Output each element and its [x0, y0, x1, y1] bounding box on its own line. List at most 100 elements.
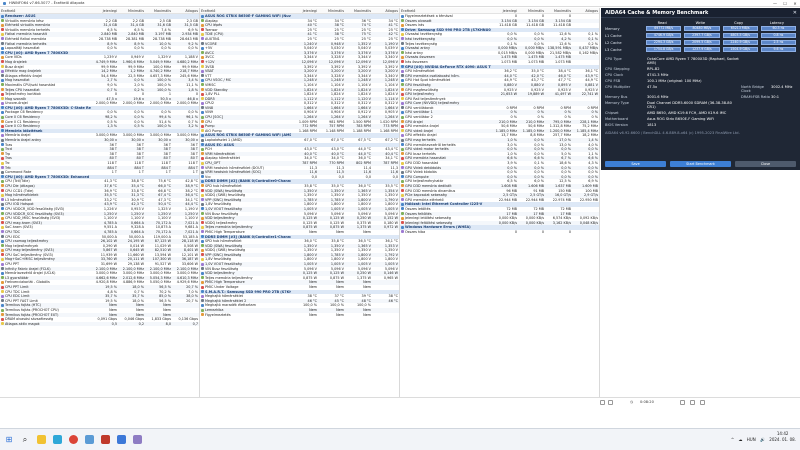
- close-button[interactable]: ✕: [790, 1, 800, 6]
- sensor-group-icon: [201, 179, 204, 183]
- language-indicator[interactable]: HUN: [747, 437, 756, 443]
- col-min[interactable]: Minimális: [318, 9, 345, 13]
- tray-overflow-icon[interactable]: ^: [731, 437, 734, 443]
- nav-right-icon[interactable]: [608, 400, 613, 405]
- taskbar-app-browser[interactable]: [50, 433, 64, 447]
- value-text: 28.381 MB: [125, 36, 144, 41]
- value-text: 1 T: [192, 170, 198, 175]
- value-text: 98,2 %: [105, 115, 117, 120]
- value-text: 0,000 MB/s: [498, 46, 517, 51]
- taskbar-app-cpuz[interactable]: [130, 433, 144, 447]
- value-text: 0,125 W: [302, 271, 317, 276]
- value-text: 37 °C: [334, 294, 344, 299]
- col-sensor[interactable]: Érzékelő: [200, 9, 291, 13]
- col-avg[interactable]: Átlagos: [372, 9, 399, 13]
- taskbar-app-chrome[interactable]: [66, 433, 80, 447]
- value-text: 0,000 KB/s: [525, 220, 544, 225]
- system-tray[interactable]: ^ ☁ HUN 🔊 14:42 2024. 01. 08.: [728, 431, 796, 443]
- taskbar-app-hwinfo[interactable]: [114, 433, 128, 447]
- row-text: Átlagos effektív órajel: [5, 73, 43, 78]
- clock[interactable]: 14:42 2024. 01. 08.: [769, 431, 796, 443]
- value-text: 1: [168, 92, 171, 97]
- sensor-row[interactable]: Átlagos aktív magok 0,5 0,2 8,0 0,7: [0, 321, 199, 327]
- value-text: 2,5 GT/s: [503, 193, 517, 198]
- value-text: 3.000,0 MHz: [149, 133, 171, 138]
- row-text: VIN Busz feszültség: [205, 266, 239, 271]
- aida-value-box: 0.8 ns: [760, 33, 796, 38]
- sensor-panel-3[interactable]: Érzékelő Jelenlegi Minimális Maximális Á…: [400, 8, 600, 397]
- row-text: CPU (Tctl/Tdie): [5, 179, 30, 184]
- aida-close-button[interactable]: Close: [735, 161, 796, 167]
- value-text: 1,190 V: [184, 206, 198, 211]
- value-text: 1.168 RPM: [379, 128, 398, 133]
- taskbar-app-aida64[interactable]: [98, 433, 112, 447]
- value-text: 0,664 A: [130, 220, 144, 225]
- col-min[interactable]: Minimális: [518, 9, 545, 13]
- sensor-group-icon: [1, 51, 4, 55]
- value-current: 0: [491, 230, 518, 235]
- maximize-button[interactable]: ☐: [780, 1, 790, 6]
- save-button[interactable]: Save: [605, 161, 666, 167]
- sensor-type-icon: [401, 216, 404, 220]
- sensor-row[interactable]: Összes hiba 0 0 0: [400, 230, 599, 235]
- value-text: 1.312,8 MHz: [549, 124, 571, 129]
- value-text: 72 MB: [533, 206, 544, 211]
- row-text: Termikus fojtás (PROCHOT EXT): [5, 312, 59, 317]
- sensor-type-icon: [1, 78, 4, 82]
- reset-icon[interactable]: [690, 400, 695, 405]
- sensor-type-icon: [1, 189, 4, 193]
- value-max: Nem: [345, 230, 372, 235]
- col-current[interactable]: Jelenlegi: [291, 9, 318, 13]
- sensor-row[interactable]: Figyelmeztetés Nem Nem Nem: [200, 313, 399, 318]
- nav-left-icon[interactable]: [600, 400, 605, 405]
- value-text: 1.609 MB: [581, 183, 598, 188]
- volume-icon[interactable]: 🔊: [760, 437, 765, 443]
- sensor-type-icon: [201, 216, 204, 220]
- col-current[interactable]: Jelenlegi: [491, 9, 518, 13]
- col-sensor[interactable]: Érzékelő: [0, 9, 91, 13]
- value-text: 36 T: [163, 142, 171, 147]
- col-min[interactable]: Minimális: [118, 9, 145, 13]
- value-text: 0,014 W: [129, 243, 144, 248]
- aida-info-label-2: [741, 73, 771, 77]
- sensor-panel-2[interactable]: Érzékelő Jelenlegi Minimális Maximális Á…: [200, 8, 400, 397]
- value-text: 1,4 %: [588, 138, 598, 143]
- value-text: 100,0 %: [156, 124, 171, 129]
- col-avg[interactable]: Átlagos: [172, 9, 199, 13]
- aida-row-memory: Memory 69772 MB/s 80480 MB/s 65213 MB/s …: [601, 25, 800, 32]
- value-text: 3,376 V: [330, 50, 344, 55]
- sensor-panel-1[interactable]: Érzékelő Jelenlegi Minimális Maximális Á…: [0, 8, 200, 397]
- sensor-type-icon: [401, 101, 404, 105]
- value-text: Nem: [109, 303, 117, 308]
- col-max[interactable]: Maximális: [345, 9, 372, 13]
- value-text: 0,0 %: [534, 138, 544, 143]
- search-button[interactable]: ⌕: [18, 433, 32, 447]
- value-text: 36,1 °C: [385, 239, 398, 244]
- row-text: Virtuális memória terhelés: [5, 27, 50, 32]
- value-text: 1 T: [138, 170, 144, 175]
- col-current[interactable]: Jelenlegi: [91, 9, 118, 13]
- value-text: 1,350 V: [357, 248, 371, 253]
- value-text: 1.475 MB: [527, 55, 544, 60]
- col-sensor[interactable]: Érzékelő: [400, 9, 491, 13]
- settings-icon[interactable]: [680, 400, 685, 405]
- aida64-benchmark-window[interactable]: AIDA64 Cache & Memory Benchmark ✕ Read W…: [601, 8, 800, 170]
- col-max[interactable]: Maximális: [545, 9, 572, 13]
- aida-info-row: CPU Type OctalCore AMD Ryzen 7 7800X3D (R…: [601, 56, 800, 66]
- cloud-icon[interactable]: ☁: [739, 437, 743, 443]
- aida-close-icon[interactable]: ✕: [793, 10, 800, 16]
- value-text: 1,005 V: [357, 262, 371, 267]
- row-text: CPU CCD1 (Tdie): [5, 188, 34, 193]
- taskbar-app-store[interactable]: [82, 433, 96, 447]
- start-benchmark-button[interactable]: Start Benchmark: [670, 161, 731, 167]
- start-button[interactable]: ⊞: [2, 433, 16, 447]
- close-sensors-icon[interactable]: [700, 400, 705, 405]
- sensor-type-icon: [201, 161, 204, 165]
- taskbar-app-explorer[interactable]: [34, 433, 48, 447]
- col-max[interactable]: Maximális: [145, 9, 172, 13]
- col-avg[interactable]: Átlagos: [572, 9, 599, 13]
- aida-info-label: CPU FSB: [605, 79, 621, 83]
- value-min: 0,0: [318, 175, 345, 180]
- value-text: 70,2 %: [159, 289, 171, 294]
- minimize-button[interactable]: —: [770, 1, 780, 6]
